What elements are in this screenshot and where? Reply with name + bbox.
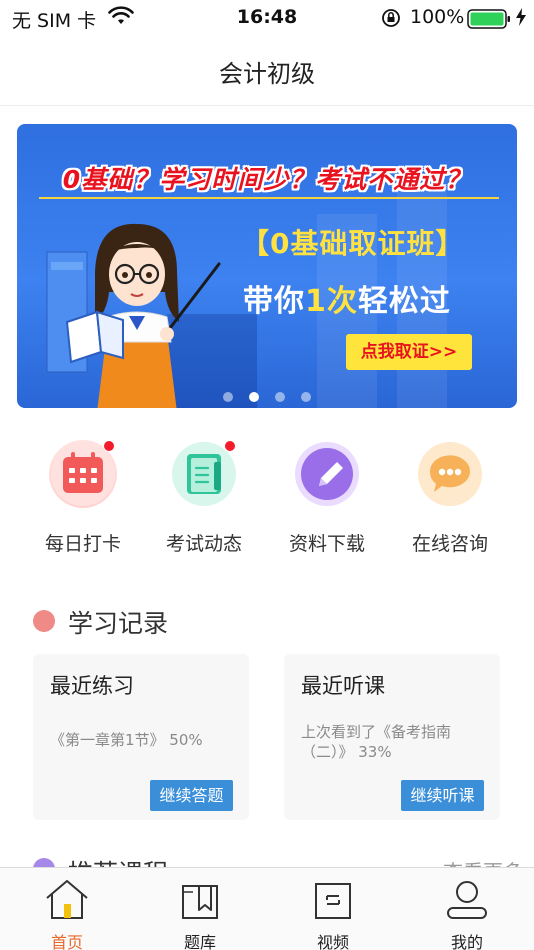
quick-action-label: 每日打卡 xyxy=(44,533,121,555)
promo-banner[interactable]: 0基础？学习时间少？考试不通过？ 【0基础取证班】 带你1次轻松过 点我取证>> xyxy=(17,124,517,408)
video-doc-icon xyxy=(310,878,356,926)
banner-tagline: 带你1次轻松过 xyxy=(243,276,451,320)
tab-label: 首页 xyxy=(50,933,83,950)
banner-tagline-post: 轻松过 xyxy=(357,284,451,319)
carousel-dot[interactable] xyxy=(275,392,285,402)
banner-tagline-pre: 带你 xyxy=(243,284,305,319)
quick-action-label: 在线咨询 xyxy=(411,533,488,555)
tab-profile[interactable]: 我的 xyxy=(400,868,534,950)
pencil-icon xyxy=(293,440,361,508)
status-bar: 无 SIM 卡 16:48 100% xyxy=(0,0,534,36)
quick-action-label: 考试动态 xyxy=(165,533,242,555)
bookmark-book-icon xyxy=(177,878,223,926)
quick-action-online-consult[interactable]: 在线咨询 xyxy=(390,440,510,556)
user-icon xyxy=(444,878,490,926)
teacher-illustration xyxy=(37,212,227,408)
banner-headline: 0基础？学习时间少？考试不通过？ xyxy=(62,165,472,194)
tab-video[interactable]: 视频 xyxy=(266,868,400,950)
section-dot xyxy=(33,610,55,632)
nav-bar: 会计初级 xyxy=(0,36,534,106)
tab-bar: 首页 题库 视频 我的 xyxy=(0,867,534,950)
charging-bolt-icon xyxy=(515,8,527,31)
banner-cta-button[interactable]: 点我取证>> xyxy=(346,334,472,370)
card-title: 最近听课 xyxy=(301,674,385,698)
quick-action-exam-news[interactable]: 考试动态 xyxy=(144,440,264,556)
card-title: 最近练习 xyxy=(50,674,134,698)
notification-badge xyxy=(103,440,115,452)
calendar-icon xyxy=(49,440,117,508)
quick-actions: 每日打卡 考试动态 资料下载 在线咨询 xyxy=(0,440,534,560)
continue-lecture-button[interactable]: 继续听课 xyxy=(401,780,484,811)
battery-percent: 100% xyxy=(410,6,465,28)
notification-badge xyxy=(224,440,236,452)
quick-action-downloads[interactable]: 资料下载 xyxy=(267,440,387,556)
home-icon xyxy=(44,878,90,926)
tab-label: 题库 xyxy=(183,933,216,950)
page-title: 会计初级 xyxy=(219,60,315,88)
quick-action-label: 资料下载 xyxy=(288,533,365,555)
tab-question-bank[interactable]: 题库 xyxy=(133,868,267,950)
banner-tagline-highlight: 1次 xyxy=(305,284,358,319)
recent-lecture-card[interactable]: 最近听课 上次看到了《备考指南（二）》 33% 继续听课 xyxy=(284,654,500,820)
rotation-lock-icon xyxy=(381,8,401,33)
carousel-dot[interactable] xyxy=(223,392,233,402)
banner-course-name: 【0基础取证班】 xyxy=(241,227,465,260)
carousel-dot[interactable] xyxy=(301,392,311,402)
continue-practice-button[interactable]: 继续答题 xyxy=(150,780,233,811)
quick-action-daily-checkin[interactable]: 每日打卡 xyxy=(23,440,143,556)
chat-bubble-icon xyxy=(416,440,484,508)
carousel-dots xyxy=(17,392,517,402)
tab-home[interactable]: 首页 xyxy=(0,868,134,950)
card-detail: 上次看到了《备考指南（二）》 33% xyxy=(301,723,452,761)
section-title: 学习记录 xyxy=(68,609,169,638)
tab-label: 视频 xyxy=(316,933,349,950)
document-icon xyxy=(170,440,238,508)
tab-label: 我的 xyxy=(450,933,483,950)
carousel-dot-active[interactable] xyxy=(249,392,259,402)
card-detail: 《第一章第1节》 50% xyxy=(50,731,203,749)
battery-icon xyxy=(467,9,511,34)
banner-divider xyxy=(39,197,499,199)
recent-practice-card[interactable]: 最近练习 《第一章第1节》 50% 继续答题 xyxy=(33,654,249,820)
